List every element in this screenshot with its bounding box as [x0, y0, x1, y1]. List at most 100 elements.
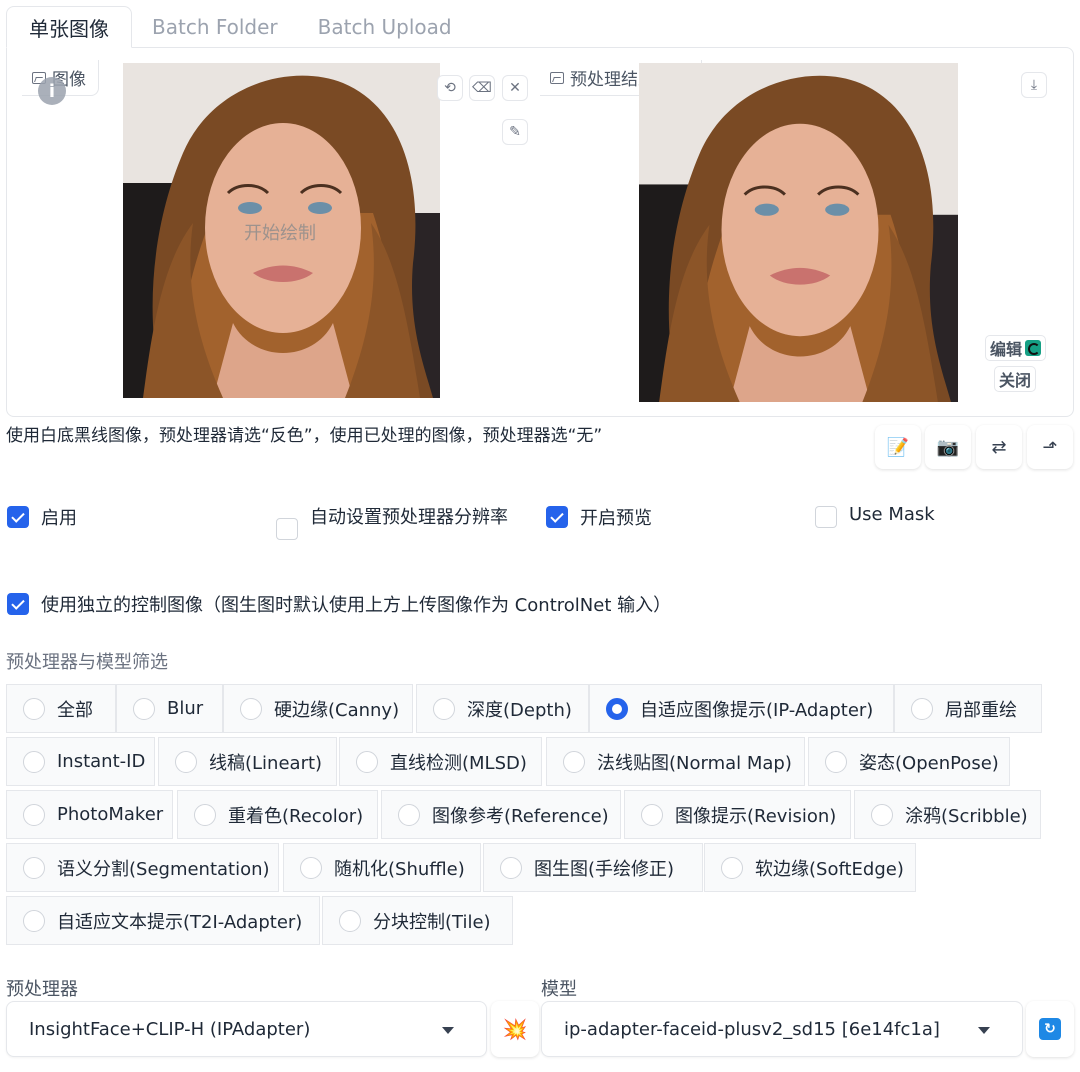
radio-button — [23, 750, 45, 773]
radio-button — [175, 750, 197, 773]
radio-item[interactable]: 图生图(手绘修正) — [483, 843, 703, 892]
refresh-models-button[interactable]: ↻ — [1026, 1001, 1074, 1057]
radio-label: 姿态(OpenPose) — [859, 752, 999, 774]
enable-label: 启用 — [41, 508, 77, 529]
radio-button — [500, 856, 522, 879]
independent-image-checkbox[interactable]: 使用独立的控制图像（图生图时默认使用上方上传图像作为 ControlNet 输入… — [7, 591, 671, 617]
radio-label: 图生图(手绘修正) — [534, 858, 675, 880]
radio-button — [825, 750, 847, 773]
radio-item[interactable]: 直线检测(MLSD) — [339, 737, 542, 786]
radio-button-selected — [606, 697, 628, 720]
radio-item[interactable]: Instant-ID — [6, 737, 155, 786]
preview-portrait-image — [639, 63, 958, 402]
edit-button[interactable]: 编辑 — [985, 335, 1047, 361]
radio-item[interactable]: 随机化(Shuffle) — [283, 843, 481, 892]
brush-icon[interactable]: ✎ — [502, 119, 528, 145]
close-icon[interactable]: ✕ — [502, 75, 528, 101]
eraser-icon[interactable]: ⌫ — [469, 75, 495, 101]
radio-button — [23, 909, 45, 932]
radio-button — [433, 697, 455, 720]
radio-button — [23, 856, 45, 879]
radio-label: 线稿(Lineart) — [209, 752, 323, 774]
radio-button — [911, 697, 933, 720]
radio-button — [356, 750, 378, 773]
tab-bar: 单张图像 Batch Folder Batch Upload — [6, 6, 472, 48]
radio-label: 图像参考(Reference) — [432, 805, 609, 827]
radio-item[interactable]: 局部重绘 — [894, 684, 1042, 733]
radio-label: 法线贴图(Normal Map) — [597, 752, 792, 774]
radio-button — [133, 697, 155, 720]
new-canvas-icon[interactable]: 📝 — [875, 425, 921, 469]
tab-single-image[interactable]: 单张图像 — [6, 6, 132, 48]
radio-item[interactable]: 涂鸦(Scribble) — [854, 790, 1041, 839]
radio-item[interactable]: 图像提示(Revision) — [624, 790, 851, 839]
radio-item[interactable]: 软边缘(SoftEdge) — [704, 843, 916, 892]
radio-item-selected[interactable]: 自适应图像提示(IP-Adapter) — [589, 684, 894, 733]
radio-label: 图像提示(Revision) — [675, 805, 837, 827]
radio-label: 软边缘(SoftEdge) — [755, 858, 904, 880]
model-label: 模型 — [541, 979, 577, 1000]
swap-icon[interactable]: ⇄ — [976, 425, 1022, 469]
radio-button — [339, 909, 361, 932]
checkbox-unchecked — [276, 518, 298, 540]
hint-text: 使用白底黑线图像，预处理器请选“反色”，使用已处理的图像，预处理器选“无” — [6, 426, 603, 446]
radio-item[interactable]: 自适应文本提示(T2I-Adapter) — [6, 896, 320, 945]
radio-item[interactable]: 线稿(Lineart) — [158, 737, 337, 786]
radio-item[interactable]: 分块控制(Tile) — [322, 896, 513, 945]
run-preprocessor-icon[interactable]: 💥 — [491, 1001, 539, 1057]
radio-button — [300, 856, 322, 879]
radio-item[interactable]: Blur — [116, 684, 223, 733]
close-preview-button[interactable]: 关闭 — [994, 366, 1037, 392]
radio-label: 自适应图像提示(IP-Adapter) — [640, 699, 874, 721]
image-icon — [550, 71, 564, 84]
radio-item[interactable]: 全部 — [6, 684, 116, 733]
model-value: ip-adapter-faceid-plusv2_sd15 [6e14fc1a] — [564, 1018, 940, 1040]
model-select[interactable]: ip-adapter-faceid-plusv2_sd15 [6e14fc1a] — [541, 1001, 1023, 1057]
radio-label: Blur — [167, 698, 204, 719]
checkbox-checked — [7, 593, 29, 615]
radio-label: Instant-ID — [57, 751, 146, 772]
radio-label: 涂鸦(Scribble) — [905, 805, 1028, 827]
radio-item[interactable]: 图像参考(Reference) — [381, 790, 621, 839]
radio-item[interactable]: 法线贴图(Normal Map) — [546, 737, 805, 786]
radio-item[interactable]: 重着色(Recolor) — [177, 790, 378, 839]
radio-item[interactable]: 硬边缘(Canny) — [223, 684, 413, 733]
radio-item[interactable]: 深度(Depth) — [416, 684, 589, 733]
chevron-down-icon — [442, 1027, 454, 1034]
send-dimensions-icon[interactable]: ⬏ — [1027, 425, 1073, 469]
refresh-icon: ↻ — [1039, 1018, 1061, 1040]
radio-item[interactable]: PhotoMaker — [6, 790, 173, 839]
radio-label: 自适应文本提示(T2I-Adapter) — [57, 911, 303, 933]
radio-label: 直线检测(MLSD) — [390, 752, 527, 774]
camera-icon[interactable]: 📷 — [925, 425, 971, 469]
radio-item[interactable]: 姿态(OpenPose) — [808, 737, 1010, 786]
preview-checkbox[interactable]: 开启预览 — [546, 504, 652, 530]
download-icon[interactable]: ⤓ — [1021, 72, 1047, 98]
radio-label: 随机化(Shuffle) — [334, 858, 465, 880]
info-icon[interactable]: i — [38, 77, 66, 105]
radio-button — [398, 803, 420, 826]
preprocessor-select[interactable]: InsightFace+CLIP-H (IPAdapter) — [6, 1001, 487, 1057]
radio-button — [23, 697, 45, 720]
use-mask-checkbox[interactable]: Use Mask — [815, 504, 935, 528]
radio-label: 分块控制(Tile) — [373, 911, 491, 933]
radio-item[interactable]: 语义分割(Segmentation) — [6, 843, 279, 892]
radio-label: PhotoMaker — [57, 804, 164, 825]
auto-resolution-checkbox[interactable]: 自动设置预处理器分辨率 — [276, 504, 516, 540]
radio-button — [194, 803, 216, 826]
radio-label: 语义分割(Segmentation) — [57, 858, 270, 880]
photopea-logo-icon — [1025, 340, 1042, 356]
preprocessor-label: 预处理器 — [6, 979, 78, 1000]
filter-title: 预处理器与模型筛选 — [6, 652, 168, 673]
radio-label: 硬边缘(Canny) — [274, 699, 400, 721]
radio-button — [23, 803, 45, 826]
radio-button — [871, 803, 893, 826]
checkbox-checked — [546, 506, 568, 528]
tab-batch-folder[interactable]: Batch Folder — [132, 6, 298, 48]
auto-resolution-label: 自动设置预处理器分辨率 — [310, 507, 508, 528]
radio-label: 全部 — [57, 699, 93, 721]
tab-batch-upload[interactable]: Batch Upload — [298, 6, 472, 48]
radio-button — [641, 803, 663, 826]
undo-icon[interactable]: ⟲ — [437, 75, 463, 101]
enable-checkbox[interactable]: 启用 — [7, 504, 77, 530]
